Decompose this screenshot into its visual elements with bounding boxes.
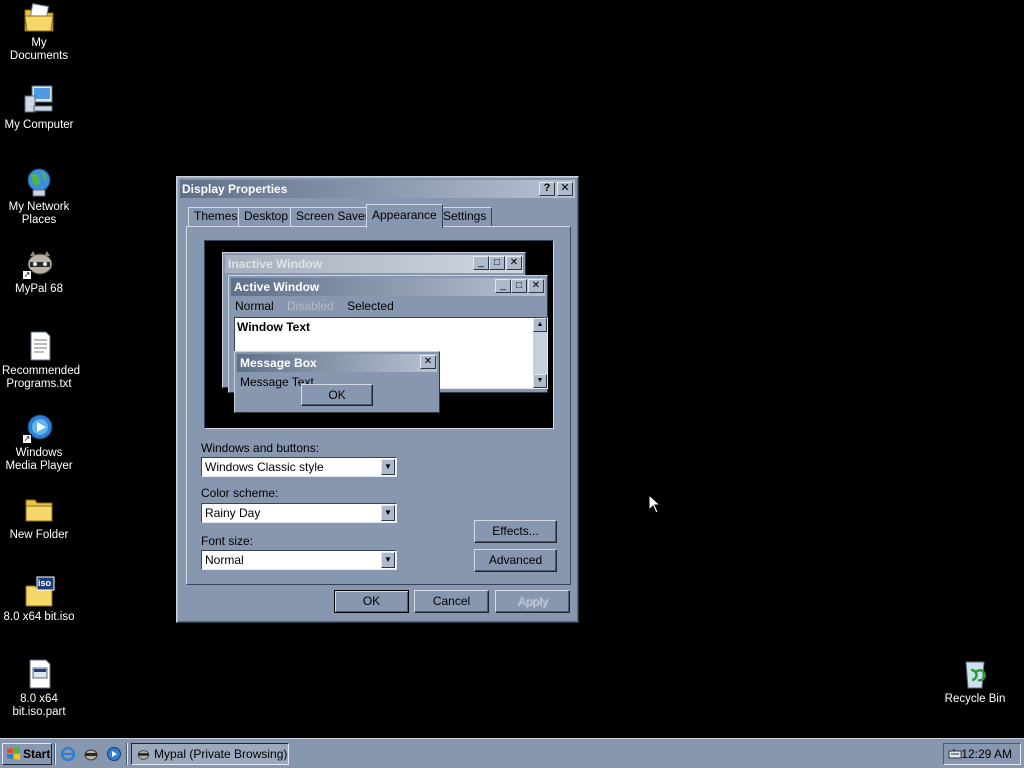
taskbar: Start Mypal (Private Browsing) 12:29 AM [0,738,1024,768]
preview-menu-disabled: Disabled [287,299,334,313]
tab-settings[interactable]: Settings [437,207,493,226]
maximize-icon: □ [511,279,527,293]
tab-screen-saver[interactable]: Screen Saver [290,207,375,226]
close-icon: ✕ [506,256,522,270]
advanced-button[interactable]: Advanced [474,549,557,572]
mypal-quicklaunch-icon[interactable] [83,746,99,762]
chevron-down-icon[interactable]: ▼ [381,505,395,521]
close-button[interactable]: ✕ [557,182,573,196]
desktop-icon-label: My Network Places [8,201,70,226]
dialog-title: Display Properties [182,182,288,196]
desktop-icon-recommended-programs[interactable]: Recommended Programs.txt [0,330,80,391]
scroll-down-icon: ▼ [533,374,547,388]
font-size-value: Normal [205,553,244,567]
apply-button[interactable]: Apply [495,590,570,613]
windows-buttons-select[interactable]: Windows Classic style ▼ [201,457,397,477]
iso-file-icon: iso [22,576,56,608]
start-button[interactable]: Start [2,743,52,765]
desktop-icon-new-folder[interactable]: New Folder [0,494,78,542]
taskbar-separator [54,743,56,765]
close-icon: ✕ [420,355,436,369]
scroll-up-icon: ▲ [533,318,547,332]
desktop-icon-label: Recycle Bin [944,693,1006,705]
tab-themes[interactable]: Themes [188,207,244,226]
desktop-icon-label: 8.0 x64 bit.iso.part [12,693,66,718]
taskbar-button-mypal[interactable]: Mypal (Private Browsing) [131,743,289,765]
keyboard-icon[interactable] [948,747,962,761]
recycle-bin-icon [958,658,992,690]
windows-buttons-value: Windows Classic style [205,460,324,474]
clock[interactable]: 12:29 AM [961,744,1012,764]
preview-menu-normal: Normal [235,299,274,313]
display-properties-dialog: Display Properties ? ✕ Themes Desktop Sc… [176,176,579,623]
chevron-down-icon[interactable]: ▼ [381,552,395,568]
font-size-select[interactable]: Normal ▼ [201,550,397,570]
preview-menu-bar: Normal Disabled Selected [235,299,404,313]
shortcut-arrow-icon: ↗ [22,270,32,280]
text-file-icon [22,330,56,362]
tab-appearance[interactable]: Appearance [366,204,443,228]
preview-scrollbar: ▲ ▼ [533,318,547,388]
folder-icon [22,494,56,526]
mouse-cursor-icon [648,494,662,514]
font-size-label: Font size: [201,534,254,548]
desktop-icon-my-documents[interactable]: My Documents [0,2,78,63]
documents-folder-icon [22,2,56,34]
partial-download-file-icon [22,658,56,690]
desktop-icon-iso[interactable]: iso 8.0 x64 bit.iso [0,576,78,624]
mypal-raccoon-icon: ↗ [22,248,56,280]
system-tray: 12:29 AM [943,743,1021,765]
ok-button[interactable]: OK [334,590,409,613]
desktop-icon-mypal[interactable]: ↗ MyPal 68 [0,248,78,296]
windows-logo-icon [7,747,20,760]
preview-window-text: Window Text [237,320,310,334]
color-scheme-label: Color scheme: [201,486,279,500]
desktop-icon-label: MyPal 68 [15,283,63,295]
media-player-icon: ↗ [22,412,56,444]
tab-desktop[interactable]: Desktop [238,207,295,226]
windows-buttons-label: Windows and buttons: [201,441,320,455]
minimize-icon: _ [495,279,511,293]
desktop-icon-my-network-places[interactable]: My Network Places [0,166,78,227]
mypal-raccoon-icon [137,750,150,760]
internet-explorer-icon[interactable] [60,746,76,762]
appearance-preview: Inactive Window _ □ ✕ Active Window _ □ … [204,240,554,429]
preview-message-box: Message Box ✕ Message Text OK [234,351,440,413]
minimize-icon: _ [473,256,489,270]
help-button[interactable]: ? [539,182,555,196]
close-icon: ✕ [528,279,544,293]
effects-button[interactable]: Effects... [474,520,557,543]
cancel-button[interactable]: Cancel [414,590,489,613]
desktop-icon-label: New Folder [9,529,69,541]
media-player-quicklaunch-icon[interactable] [106,746,122,762]
preview-message-title: Message Box [237,354,437,372]
maximize-icon: □ [489,256,505,270]
preview-menu-selected: Selected [347,299,394,313]
computer-icon [22,84,56,116]
desktop-icon-label: Recommended Programs.txt [2,365,80,390]
desktop-icon-label: My Documents [9,37,69,62]
chevron-down-icon[interactable]: ▼ [381,459,395,475]
desktop-icon-my-computer[interactable]: My Computer [0,84,78,132]
shortcut-arrow-icon: ↗ [22,434,32,444]
network-globe-icon [22,166,56,198]
desktop-icon-label: My Computer [4,119,74,131]
desktop-icon-label: 8.0 x64 bit.iso [3,611,75,623]
dialog-titlebar[interactable]: Display Properties ? ✕ [180,180,575,198]
desktop-icon-iso-part[interactable]: 8.0 x64 bit.iso.part [0,658,78,719]
color-scheme-value: Rainy Day [205,506,261,520]
desktop-icon-windows-media-player[interactable]: ↗ Windows Media Player [0,412,78,473]
desktop-icon-label: Windows Media Player [5,447,73,472]
taskbar-button-label: Mypal (Private Browsing) [154,747,288,761]
iso-badge-label: iso [38,578,52,588]
taskbar-separator [126,743,128,765]
preview-ok-button: OK [301,384,373,406]
start-label: Start [23,747,51,761]
desktop-icon-recycle-bin[interactable]: Recycle Bin [936,658,1014,706]
color-scheme-select[interactable]: Rainy Day ▼ [201,503,397,523]
